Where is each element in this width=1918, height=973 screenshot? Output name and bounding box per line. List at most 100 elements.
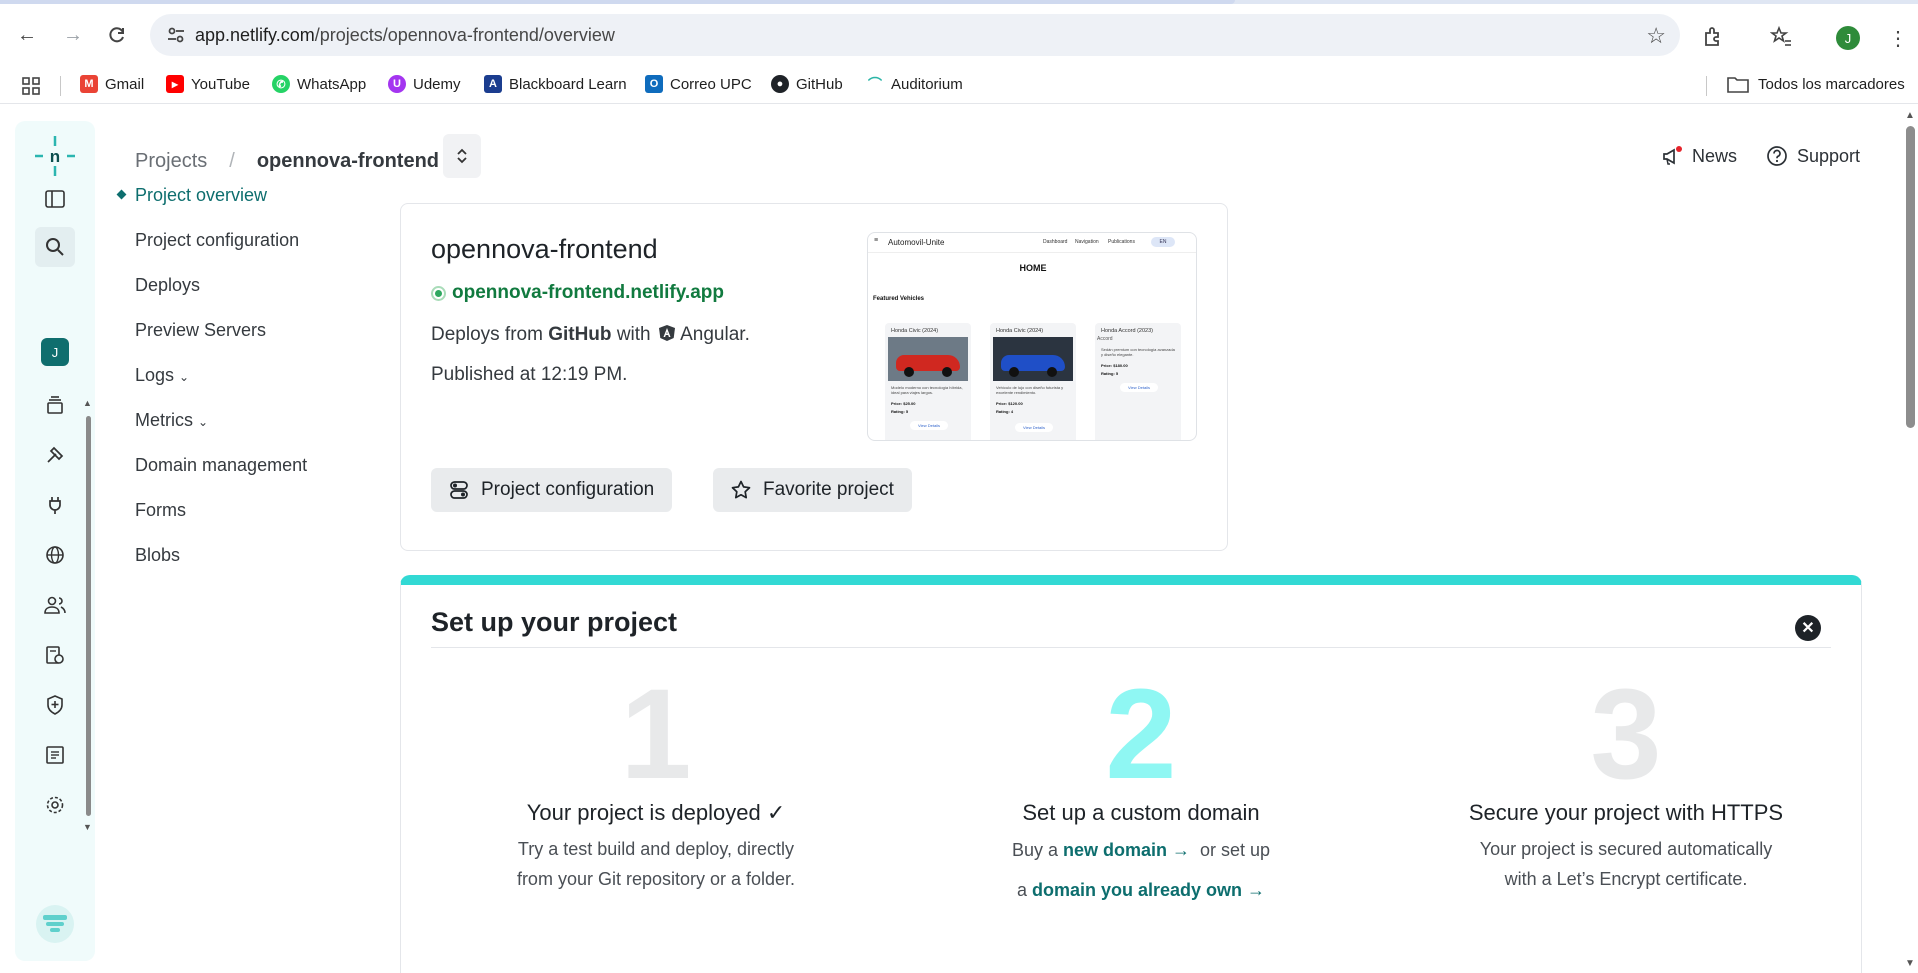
published-time: Published at 12:19 PM. <box>431 364 628 385</box>
preview-card: Honda Civic (2024) Modelo moderno con te… <box>885 323 971 440</box>
step-description: Buy a new domain → or set up a domain yo… <box>1011 840 1271 900</box>
subnav-blobs[interactable]: Blobs <box>135 545 180 566</box>
netlify-logo-icon[interactable]: n <box>35 136 75 176</box>
security-shield-icon[interactable] <box>41 691 69 719</box>
back-icon[interactable]: ← <box>12 20 42 50</box>
preview-heading: HOME <box>1019 263 1047 273</box>
left-rail: n J ▲ ▼ <box>15 121 95 961</box>
subnav-domain-management[interactable]: Domain management <box>135 455 307 476</box>
project-name: opennova-frontend <box>431 234 658 264</box>
members-icon[interactable] <box>41 591 69 619</box>
udemy-icon: U <box>388 75 406 93</box>
search-icon[interactable] <box>35 227 75 267</box>
preview-nav-navigation: Navigation <box>1075 239 1099 245</box>
whatsapp-icon: ✆ <box>272 75 290 93</box>
megaphone-icon <box>1663 146 1682 165</box>
site-info-icon[interactable] <box>166 25 186 45</box>
sidebar-toggle-icon[interactable] <box>41 185 69 213</box>
preview-lang: EN <box>1151 237 1175 247</box>
profile-avatar[interactable]: J <box>1836 26 1860 50</box>
subnav-logs[interactable]: Logs ⌄ <box>135 365 189 386</box>
step-number: 2 <box>1105 663 1177 806</box>
url-text: app.netlify.com/projects/opennova-fronte… <box>195 25 615 45</box>
new-domain-link[interactable]: new domain → <box>1063 840 1190 860</box>
billing-icon[interactable] <box>41 741 69 769</box>
existing-domain-link[interactable]: domain you already own → <box>1032 880 1265 900</box>
projects-stack-icon[interactable] <box>41 391 69 419</box>
subnav-preview-servers[interactable]: Preview Servers <box>135 320 266 341</box>
news-link[interactable]: News <box>1661 145 1737 167</box>
step-number: 1 <box>620 663 692 806</box>
chevron-down-icon: ⌄ <box>179 370 190 384</box>
breadcrumb-projects[interactable]: Projects <box>135 150 207 173</box>
address-bar[interactable]: app.netlify.com/projects/opennova-fronte… <box>150 14 1680 56</box>
apps-grid-icon[interactable] <box>22 77 40 95</box>
live-status-icon <box>431 285 446 301</box>
project-switcher-button[interactable] <box>443 134 481 178</box>
github-icon: ● <box>771 75 789 93</box>
netlify-app: n J ▲ ▼ Projects / opennova-frontend New… <box>0 105 1918 973</box>
setup-step-2: 2 Set up a custom domain Buy a new domai… <box>901 670 1381 910</box>
step-description: Try a test build and deploy, directly fr… <box>516 839 796 889</box>
all-bookmarks-folder[interactable]: Todos los marcadores <box>1727 70 1905 98</box>
bookmark-star-icon[interactable]: ☆ <box>1646 23 1666 49</box>
audit-log-icon[interactable] <box>41 641 69 669</box>
star-icon <box>731 480 751 499</box>
preview-section: Featured Vehicles <box>873 296 925 302</box>
help-circle-icon <box>1767 146 1787 166</box>
preview-nav-dashboard: Dashboard <box>1043 239 1068 245</box>
close-icon[interactable]: ✕ <box>1795 615 1821 641</box>
support-link[interactable]: Support <box>1766 145 1860 167</box>
auditorium-icon: ⌒ <box>866 75 884 93</box>
menu-icon[interactable]: ⋮ <box>1888 26 1908 51</box>
favorites-icon[interactable] <box>1768 24 1794 50</box>
deploy-source: Deploys from GitHub with Angular. <box>431 324 750 345</box>
bookmark-correo-upc[interactable]: O Correo UPC <box>645 70 752 98</box>
step-heading: Secure your project with HTTPS <box>1468 800 1784 825</box>
setup-project-panel: Set up your project ✕ 1 Your project is … <box>400 575 1862 973</box>
domains-globe-icon[interactable] <box>41 541 69 569</box>
breadcrumb-current[interactable]: opennova-frontend <box>257 150 439 173</box>
site-url-link[interactable]: opennova-frontend.netlify.app <box>431 282 724 304</box>
favorite-project-button[interactable]: Favorite project <box>713 468 912 512</box>
blackboard-icon: A <box>484 75 502 93</box>
preview-brand: Automovil-Unite <box>888 238 945 247</box>
reload-icon[interactable] <box>102 20 132 50</box>
bookmark-github[interactable]: ● GitHub <box>771 70 843 98</box>
rail-scrollbar[interactable]: ▲ ▼ <box>83 398 92 832</box>
netlify-ai-icon[interactable] <box>35 904 75 944</box>
bookmark-auditorium[interactable]: ⌒ Auditorium <box>866 70 963 98</box>
bookmark-whatsapp[interactable]: ✆ WhatsApp <box>272 70 366 98</box>
car-photo <box>993 337 1073 381</box>
forward-icon[interactable]: → <box>58 20 88 50</box>
setup-title: Set up your project <box>431 607 678 637</box>
setup-step-3: 3 Secure your project with HTTPS Your pr… <box>1386 670 1866 894</box>
settings-gear-icon[interactable] <box>41 791 69 819</box>
toggles-icon <box>450 481 468 499</box>
bookmarks-bar: M Gmail ▶ YouTube ✆ WhatsApp U Udemy A Blackb… <box>0 64 1918 104</box>
subnav-forms[interactable]: Forms <box>135 500 186 521</box>
deploy-preview-thumbnail[interactable]: ≡ Automovil-Unite Dashboard Navigation P… <box>867 232 1197 441</box>
subnav-metrics[interactable]: Metrics ⌄ <box>135 410 208 431</box>
page-scrollbar[interactable]: ▲ ▼ <box>1903 110 1918 973</box>
subnav-project-overview[interactable]: Project overview <box>116 185 267 206</box>
bookmark-blackboard[interactable]: A Blackboard Learn <box>484 70 627 98</box>
folder-icon <box>1727 77 1749 93</box>
preview-nav-publications: Publications <box>1108 239 1135 245</box>
subnav-deploys[interactable]: Deploys <box>135 275 200 296</box>
integrations-plug-icon[interactable] <box>41 491 69 519</box>
team-avatar[interactable]: J <box>41 338 69 366</box>
bookmark-youtube[interactable]: ▶ YouTube <box>166 70 250 98</box>
breadcrumb-separator: / <box>229 150 235 172</box>
extensions-icon[interactable] <box>1700 24 1726 50</box>
preview-menu-icon: ≡ <box>874 237 879 244</box>
bookmark-gmail[interactable]: M Gmail <box>80 70 144 98</box>
step-description: Your project is secured automatically wi… <box>1479 839 1773 889</box>
builds-hammer-icon[interactable] <box>41 441 69 469</box>
browser-toolbar: ← → app.netlify.com/projects/opennova-fr… <box>0 4 1918 64</box>
subnav-project-configuration[interactable]: Project configuration <box>135 230 299 251</box>
bookmark-udemy[interactable]: U Udemy <box>388 70 461 98</box>
svg-text:n: n <box>50 147 60 166</box>
project-configuration-button[interactable]: Project configuration <box>431 468 673 512</box>
project-summary-card: opennova-frontend opennova-frontend.netl… <box>400 203 1228 551</box>
